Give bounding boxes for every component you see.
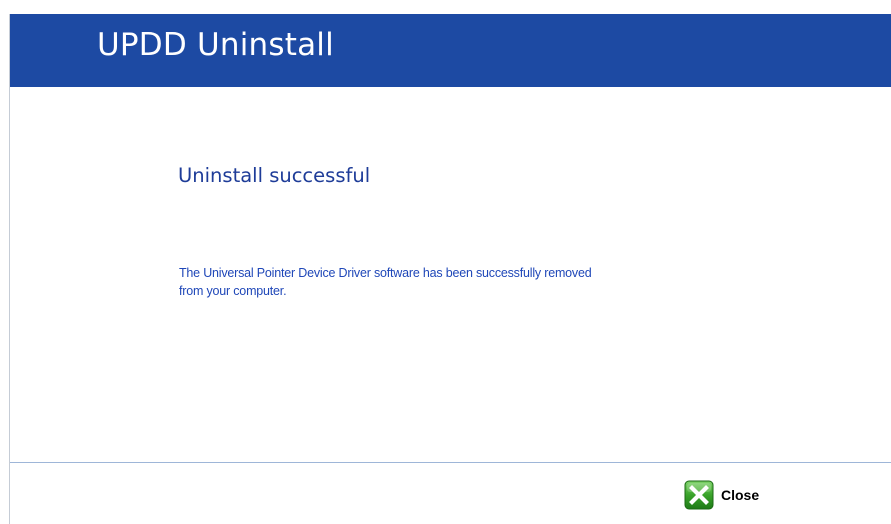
status-message: The Universal Pointer Device Driver soft… <box>179 266 592 298</box>
window-top-edge <box>0 0 891 14</box>
status-heading: Uninstall successful <box>178 164 371 187</box>
close-button[interactable]: Close <box>684 480 759 510</box>
content-area: Uninstall successful The Universal Point… <box>10 87 891 462</box>
header-banner: UPDD Uninstall <box>10 14 891 87</box>
close-icon <box>684 480 714 510</box>
footer-bar: Close <box>10 463 891 524</box>
uninstall-window: UPDD Uninstall Uninstall successful The … <box>0 0 891 524</box>
close-button-label: Close <box>721 487 760 503</box>
page-title: UPDD Uninstall <box>97 27 334 63</box>
window-left-edge <box>0 14 10 524</box>
